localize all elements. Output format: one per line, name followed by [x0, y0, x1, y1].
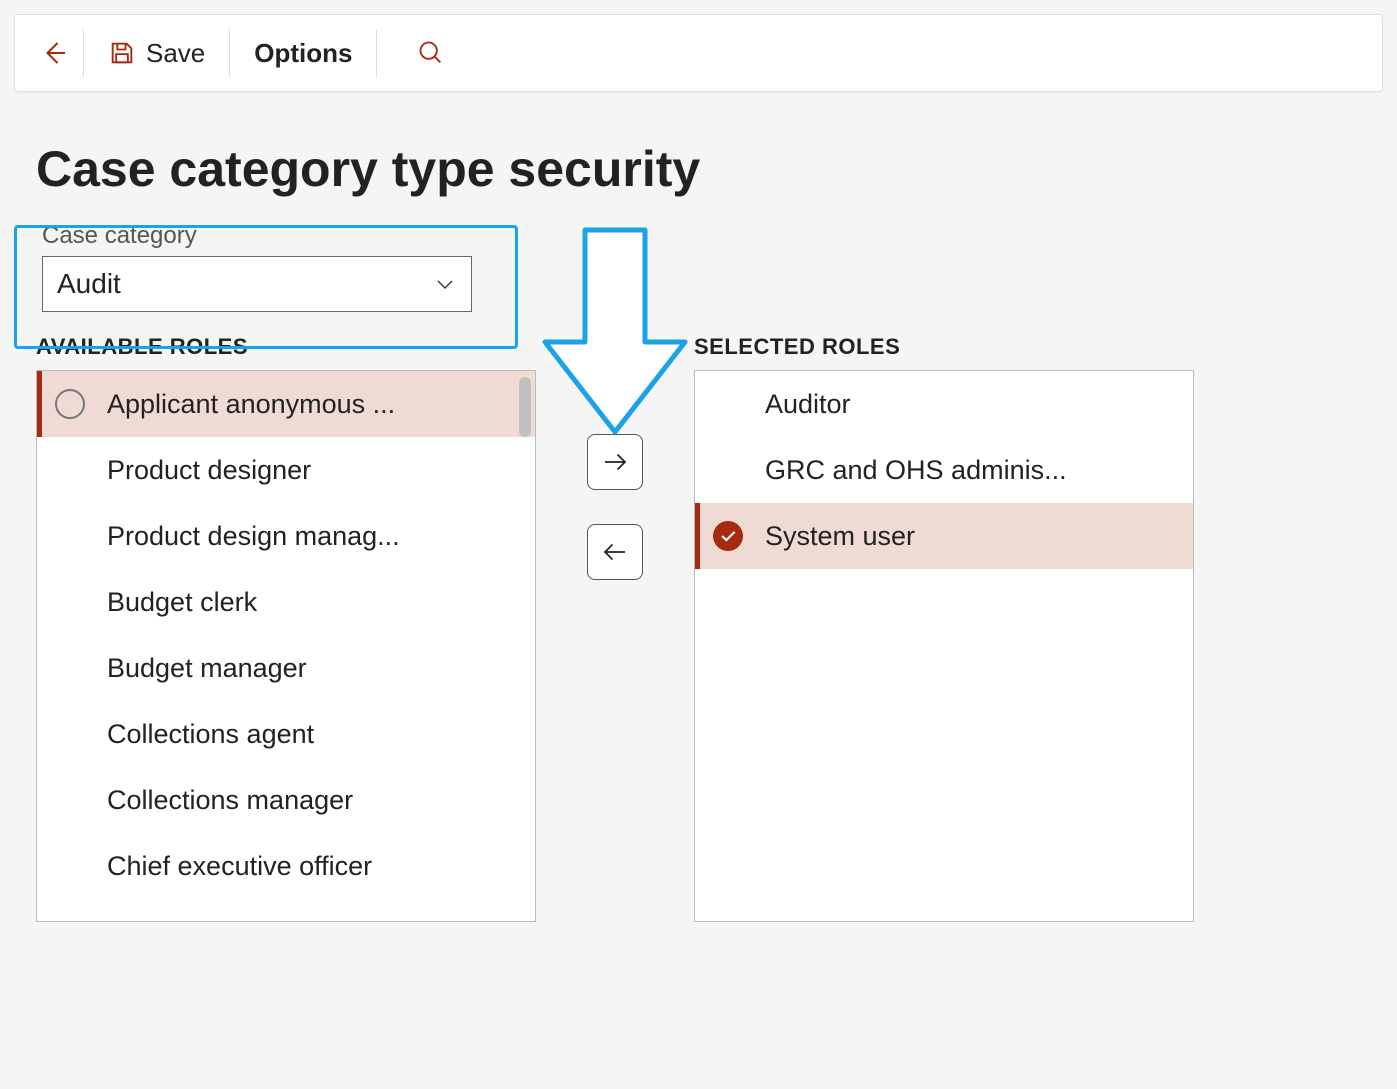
toolbar-divider [376, 29, 377, 77]
list-item[interactable]: Applicant anonymous ... [37, 371, 535, 437]
toolbar-divider [229, 29, 230, 77]
selected-roles-list[interactable]: Auditor GRC and OHS adminis... System us… [694, 370, 1194, 922]
search-button[interactable] [413, 35, 449, 71]
search-icon [417, 39, 445, 67]
options-button[interactable]: Options [238, 30, 368, 77]
dropdown-value: Audit [57, 268, 121, 300]
list-item-label: System user [765, 521, 915, 552]
list-item[interactable]: Collections agent [37, 701, 535, 767]
move-buttons [536, 434, 694, 580]
toolbar-divider [83, 29, 84, 77]
back-button[interactable] [35, 33, 75, 73]
save-button[interactable]: Save [92, 30, 221, 77]
arrow-left-icon [600, 537, 630, 567]
available-roles-list[interactable]: Applicant anonymous ... Product designer… [36, 370, 536, 922]
save-icon [108, 39, 136, 67]
list-item[interactable]: Budget clerk [37, 569, 535, 635]
roles-columns: AVAILABLE ROLES Applicant anonymous ... … [36, 334, 1361, 922]
toolbar: Save Options [14, 14, 1383, 92]
case-category-field: Case category Audit [42, 222, 472, 312]
list-item-label: Auditor [765, 389, 851, 420]
list-item[interactable]: Collections manager [37, 767, 535, 833]
list-item[interactable]: Chief executive officer [37, 833, 535, 899]
page: Case category type security Case categor… [36, 140, 1361, 922]
list-item[interactable]: Product design manag... [37, 503, 535, 569]
options-label: Options [254, 38, 352, 69]
selected-roles-header: SELECTED ROLES [694, 334, 1194, 360]
available-roles-column: AVAILABLE ROLES Applicant anonymous ... … [36, 334, 536, 922]
list-item-label: Chief executive officer [107, 851, 372, 882]
list-item[interactable]: Auditor [695, 371, 1193, 437]
case-category-dropdown[interactable]: Audit [42, 256, 472, 312]
list-item-label: Collections agent [107, 719, 314, 750]
page-title: Case category type security [36, 140, 1361, 198]
list-item-label: Collections manager [107, 785, 353, 816]
list-item[interactable]: GRC and OHS adminis... [695, 437, 1193, 503]
list-item[interactable]: Budget manager [37, 635, 535, 701]
chevron-down-icon [433, 272, 457, 296]
list-item-label: Product design manag... [107, 521, 400, 552]
available-roles-header: AVAILABLE ROLES [36, 334, 536, 360]
list-item[interactable]: System user [695, 503, 1193, 569]
move-right-button[interactable] [587, 434, 643, 490]
list-item[interactable]: Product designer [37, 437, 535, 503]
list-item-label: Budget manager [107, 653, 307, 684]
arrow-left-icon [40, 38, 70, 68]
selected-roles-column: SELECTED ROLES Auditor GRC and OHS admin… [694, 334, 1194, 922]
list-item-label: Applicant anonymous ... [107, 389, 395, 420]
move-left-button[interactable] [587, 524, 643, 580]
list-item-label: Budget clerk [107, 587, 257, 618]
checkmark-icon [713, 521, 743, 551]
case-category-label: Case category [42, 222, 472, 250]
scrollbar-thumb[interactable] [519, 377, 531, 437]
radio-unchecked-icon [55, 389, 85, 419]
list-item-label: Product designer [107, 455, 311, 486]
list-item-label: GRC and OHS adminis... [765, 455, 1067, 486]
save-label: Save [146, 38, 205, 69]
arrow-right-icon [600, 447, 630, 477]
